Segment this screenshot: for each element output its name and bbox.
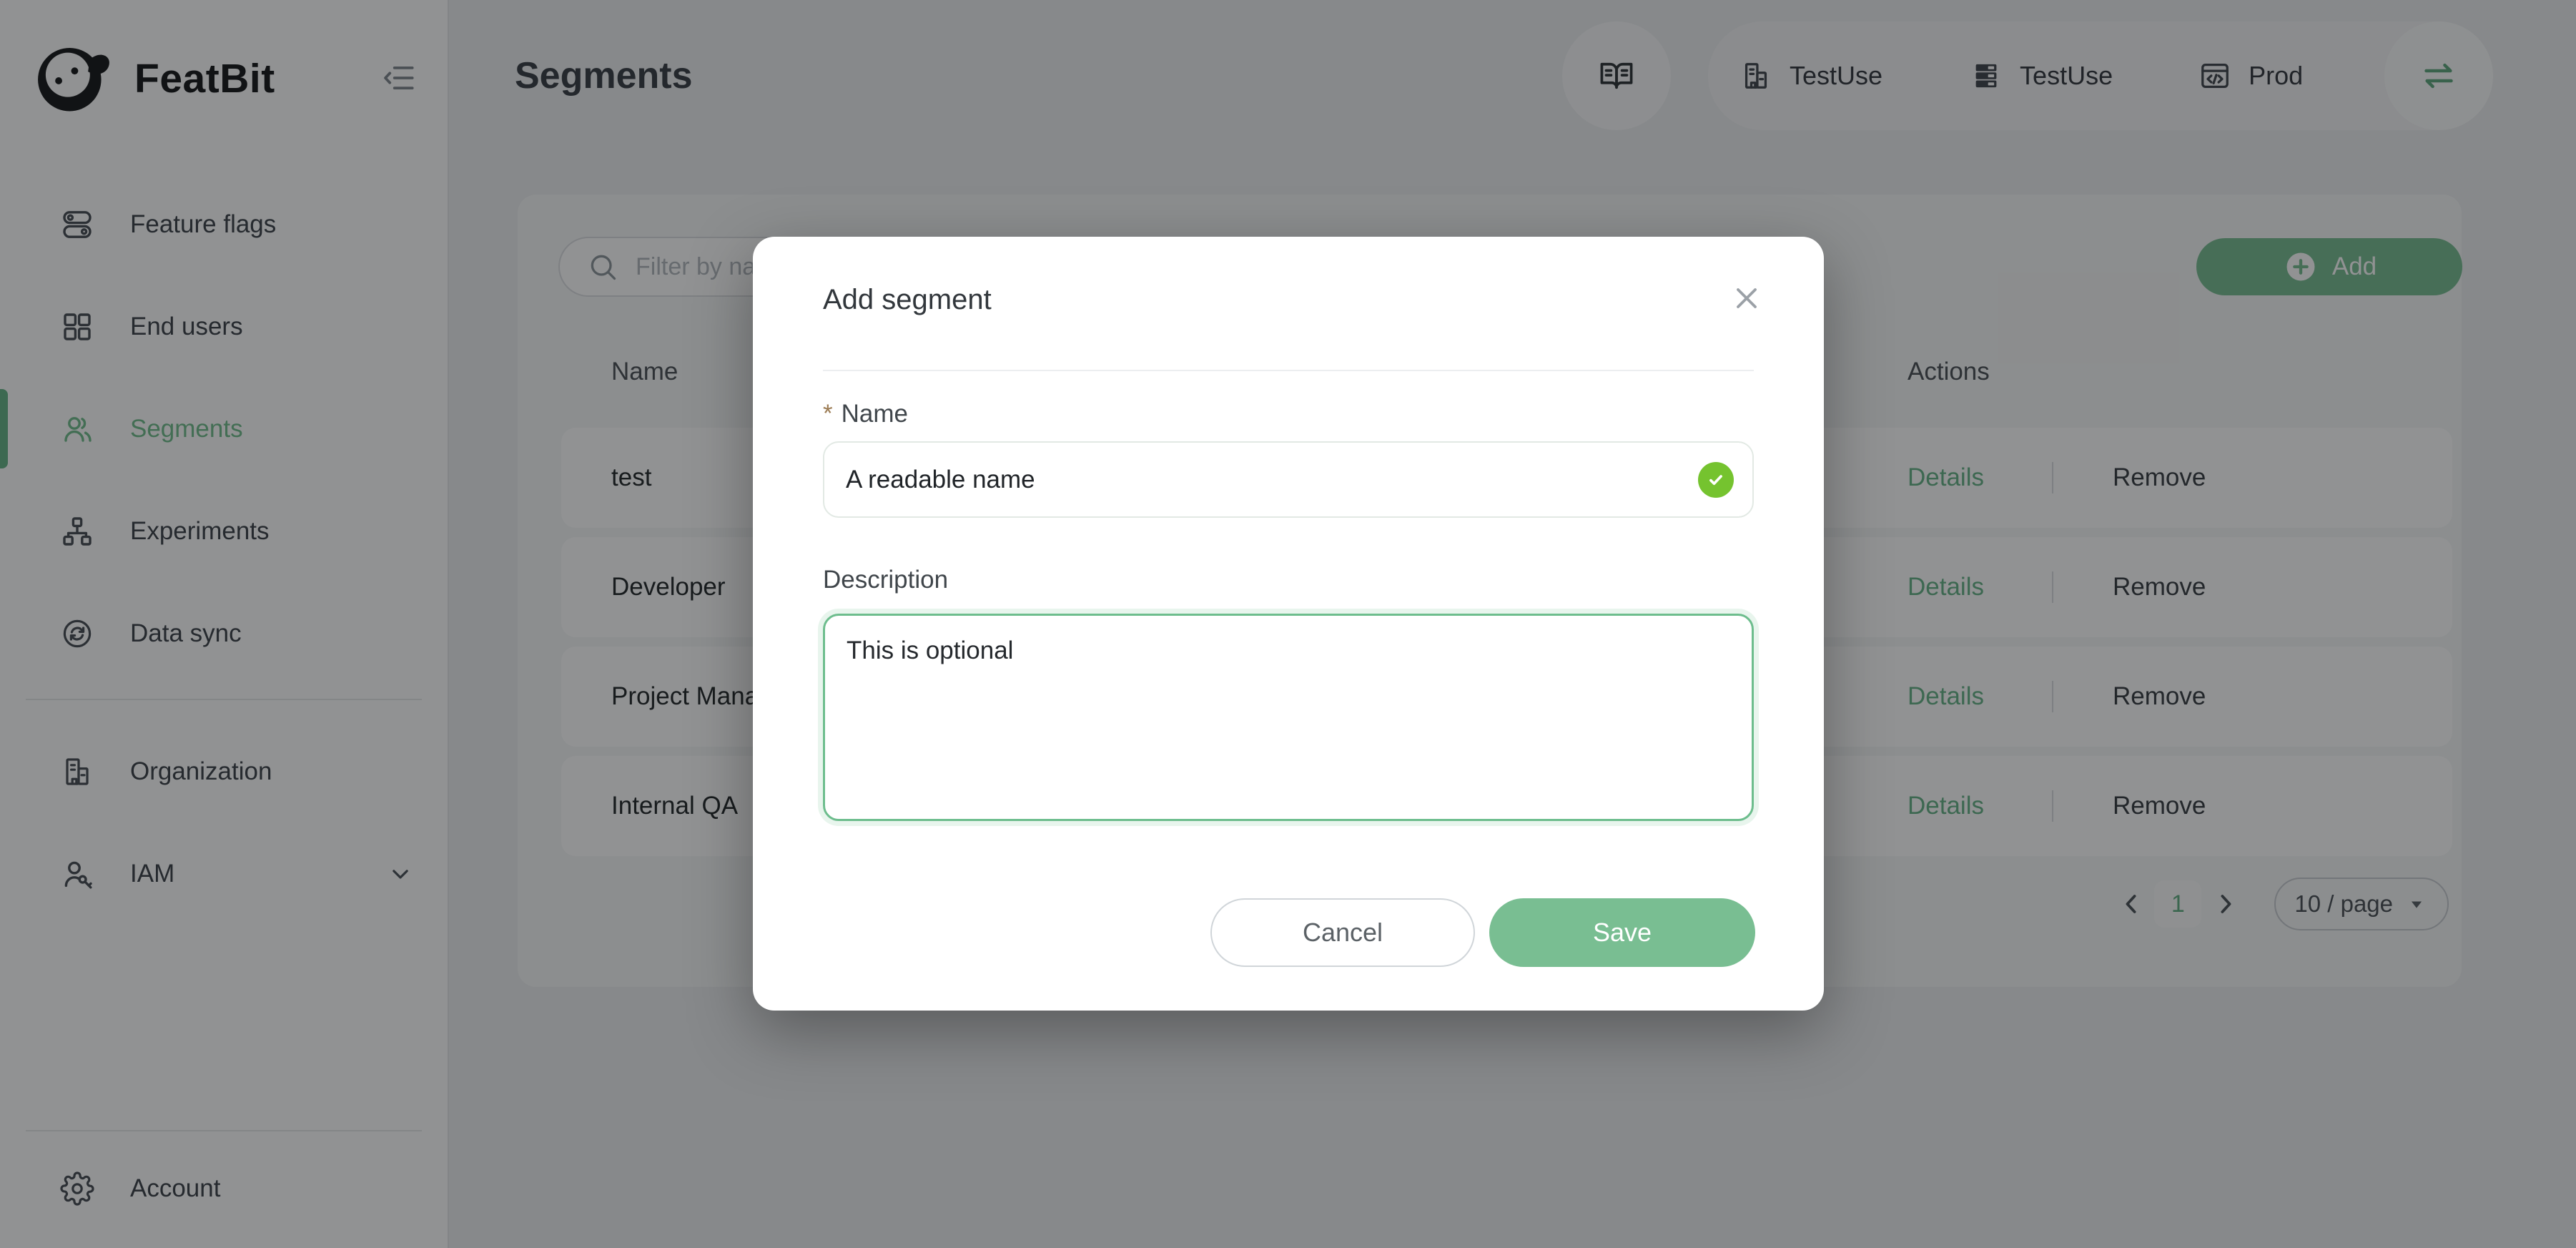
modal-title: Add segment [823,284,992,316]
modal-divider [823,370,1754,371]
cancel-button[interactable]: Cancel [1210,898,1475,967]
required-mark: * [823,400,833,428]
segment-description-textarea[interactable]: This is optional [823,614,1754,821]
add-segment-modal: Add segment *Name Description This is op… [753,237,1824,1011]
description-field-label: Description [823,566,948,594]
name-input-wrap [823,441,1754,518]
modal-buttons: Cancel Save [1210,898,1755,967]
name-field-label: *Name [823,400,908,428]
valid-check-icon [1698,462,1734,498]
save-button[interactable]: Save [1489,898,1755,967]
segment-name-input[interactable] [823,441,1754,518]
featbit-app: FeatBit Feature flags End use [0,0,2576,1248]
close-icon[interactable] [1729,281,1764,315]
